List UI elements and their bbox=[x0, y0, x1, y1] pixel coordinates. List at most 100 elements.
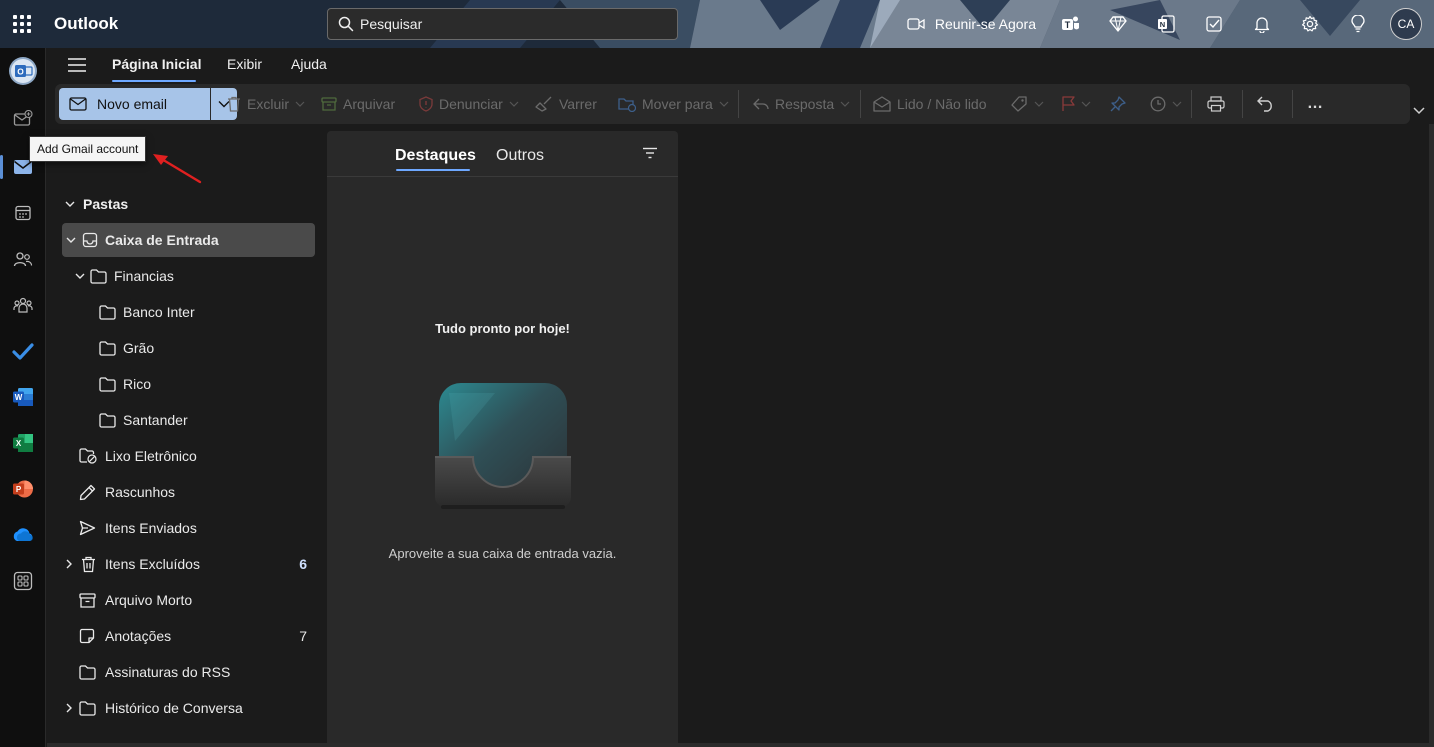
tab-destaques[interactable]: Destaques bbox=[395, 147, 476, 165]
meet-now-button[interactable]: Reunir-se Agora bbox=[899, 0, 1046, 48]
rail-onedrive[interactable] bbox=[0, 512, 46, 558]
flag-icon bbox=[1062, 96, 1075, 111]
add-gmail-tooltip: Add Gmail account bbox=[29, 136, 147, 162]
tab-ajuda[interactable]: Ajuda bbox=[291, 56, 327, 72]
rail-calendar[interactable] bbox=[0, 190, 46, 236]
window-right-edge bbox=[1429, 124, 1434, 747]
chevron-down-icon bbox=[75, 273, 85, 279]
tab-exibir[interactable]: Exibir bbox=[227, 56, 262, 72]
ribbon-expand-chevron-icon[interactable] bbox=[1412, 106, 1426, 116]
people-icon bbox=[13, 252, 33, 267]
folder-icon bbox=[99, 340, 116, 356]
top-bar: Outlook Pesquisar Reunir-se Agora T N CA bbox=[0, 0, 1434, 48]
folder-junk[interactable]: Lixo Eletrônico bbox=[62, 439, 315, 473]
report-button[interactable]: Denunciar bbox=[419, 88, 519, 120]
archive-button[interactable]: Arquivar bbox=[321, 88, 395, 120]
folder-banco-inter[interactable]: Banco Inter bbox=[62, 295, 315, 329]
rail-todo[interactable] bbox=[0, 328, 46, 374]
folder-label: Financias bbox=[114, 268, 174, 284]
snooze-button[interactable] bbox=[1150, 88, 1182, 120]
pencil-icon bbox=[79, 484, 96, 500]
tab-pagina-inicial[interactable]: Página Inicial bbox=[112, 56, 201, 72]
categorize-button[interactable] bbox=[1010, 88, 1044, 120]
folder-conversation-history[interactable]: Histórico de Conversa bbox=[62, 691, 315, 725]
annotation-arrow-icon bbox=[153, 154, 202, 184]
search-input[interactable]: Pesquisar bbox=[360, 16, 422, 32]
undo-icon bbox=[1257, 96, 1272, 112]
folder-rss[interactable]: Assinaturas do RSS bbox=[62, 655, 315, 689]
rail-word[interactable]: W bbox=[0, 374, 46, 420]
rail-outlook-account[interactable]: O bbox=[0, 48, 46, 94]
premium-button[interactable] bbox=[1094, 0, 1142, 48]
notifications-button[interactable] bbox=[1238, 0, 1286, 48]
folder-grao[interactable]: Grão bbox=[62, 331, 315, 365]
teams-button[interactable]: T bbox=[1046, 0, 1094, 48]
filter-icon[interactable] bbox=[642, 147, 658, 159]
sweep-button[interactable]: Varrer bbox=[535, 88, 597, 120]
meet-now-label: Reunir-se Agora bbox=[934, 16, 1036, 32]
flag-button[interactable] bbox=[1061, 88, 1091, 120]
todo-button[interactable] bbox=[1190, 0, 1238, 48]
note-icon bbox=[79, 628, 95, 644]
folder-label: Santander bbox=[123, 412, 188, 428]
folder-label: Caixa de Entrada bbox=[105, 232, 219, 248]
folders-header[interactable]: Pastas bbox=[65, 196, 128, 212]
folder-pane: Pastas Caixa de Entrada Financias Banco … bbox=[47, 124, 327, 747]
folder-financias[interactable]: Financias bbox=[62, 259, 315, 293]
folder-label: Assinaturas do RSS bbox=[105, 664, 231, 680]
more-options-button[interactable]: … bbox=[1307, 88, 1324, 120]
active-tab-indicator bbox=[112, 80, 196, 82]
clock-icon bbox=[1150, 96, 1166, 112]
folders-header-label: Pastas bbox=[83, 196, 129, 212]
tab-outros[interactable]: Outros bbox=[496, 147, 544, 165]
undo-button[interactable] bbox=[1257, 88, 1275, 120]
new-mail-button[interactable]: Novo email bbox=[59, 88, 210, 120]
folder-rico[interactable]: Rico bbox=[62, 367, 315, 401]
folder-label: Banco Inter bbox=[123, 304, 195, 320]
chevron-down-icon bbox=[719, 101, 729, 107]
folder-deleted[interactable]: Itens Excluídos 6 bbox=[62, 547, 315, 581]
lightbulb-icon bbox=[1351, 15, 1365, 33]
folder-santander[interactable]: Santander bbox=[62, 403, 315, 437]
teams-icon: T bbox=[1062, 16, 1079, 30]
folder-label: Itens Excluídos bbox=[105, 556, 200, 572]
chevron-down-icon bbox=[66, 237, 76, 243]
delete-label: Excluir bbox=[247, 96, 290, 112]
folder-inbox[interactable]: Caixa de Entrada bbox=[62, 223, 315, 257]
rail-people[interactable] bbox=[0, 236, 46, 282]
reply-button[interactable]: Resposta bbox=[753, 88, 850, 120]
pin-button[interactable] bbox=[1110, 88, 1126, 120]
empty-inbox-title: Tudo pronto por hoje! bbox=[435, 321, 570, 336]
svg-text:X: X bbox=[16, 439, 22, 448]
hamburger-menu-icon[interactable] bbox=[67, 57, 87, 73]
search-box[interactable]: Pesquisar bbox=[327, 8, 678, 40]
move-to-button[interactable]: Mover para bbox=[618, 88, 729, 120]
app-name[interactable]: Outlook bbox=[54, 14, 118, 34]
folder-notes[interactable]: Anotações 7 bbox=[62, 619, 315, 653]
rail-excel[interactable]: X bbox=[0, 420, 46, 466]
settings-button[interactable] bbox=[1286, 0, 1334, 48]
chevron-down-icon bbox=[65, 201, 75, 207]
folder-sent[interactable]: Itens Enviados bbox=[62, 511, 315, 545]
rail-powerpoint[interactable]: P bbox=[0, 466, 46, 512]
delete-button[interactable]: Excluir bbox=[227, 88, 305, 120]
avatar[interactable]: CA bbox=[1390, 8, 1422, 40]
groups-icon bbox=[13, 297, 33, 313]
folder-icon bbox=[99, 304, 116, 320]
sweep-label: Varrer bbox=[559, 96, 597, 112]
ribbon-divider bbox=[1191, 90, 1192, 118]
rail-more-apps[interactable] bbox=[0, 558, 46, 604]
chevron-down-icon bbox=[1172, 101, 1182, 107]
rail-groups[interactable] bbox=[0, 282, 46, 328]
folder-label: Lixo Eletrônico bbox=[105, 448, 197, 464]
folder-archive[interactable]: Arquivo Morto bbox=[62, 583, 315, 617]
folder-drafts[interactable]: Rascunhos bbox=[62, 475, 315, 509]
inbox-icon bbox=[82, 232, 98, 248]
print-button[interactable] bbox=[1207, 88, 1225, 120]
tips-button[interactable] bbox=[1334, 0, 1382, 48]
chevron-down-icon bbox=[509, 101, 519, 107]
chevron-down-icon bbox=[1081, 101, 1091, 107]
onenote-button[interactable]: N bbox=[1142, 0, 1190, 48]
app-launcher-icon[interactable] bbox=[10, 12, 34, 36]
read-unread-button[interactable]: Lido / Não lido bbox=[873, 88, 987, 120]
